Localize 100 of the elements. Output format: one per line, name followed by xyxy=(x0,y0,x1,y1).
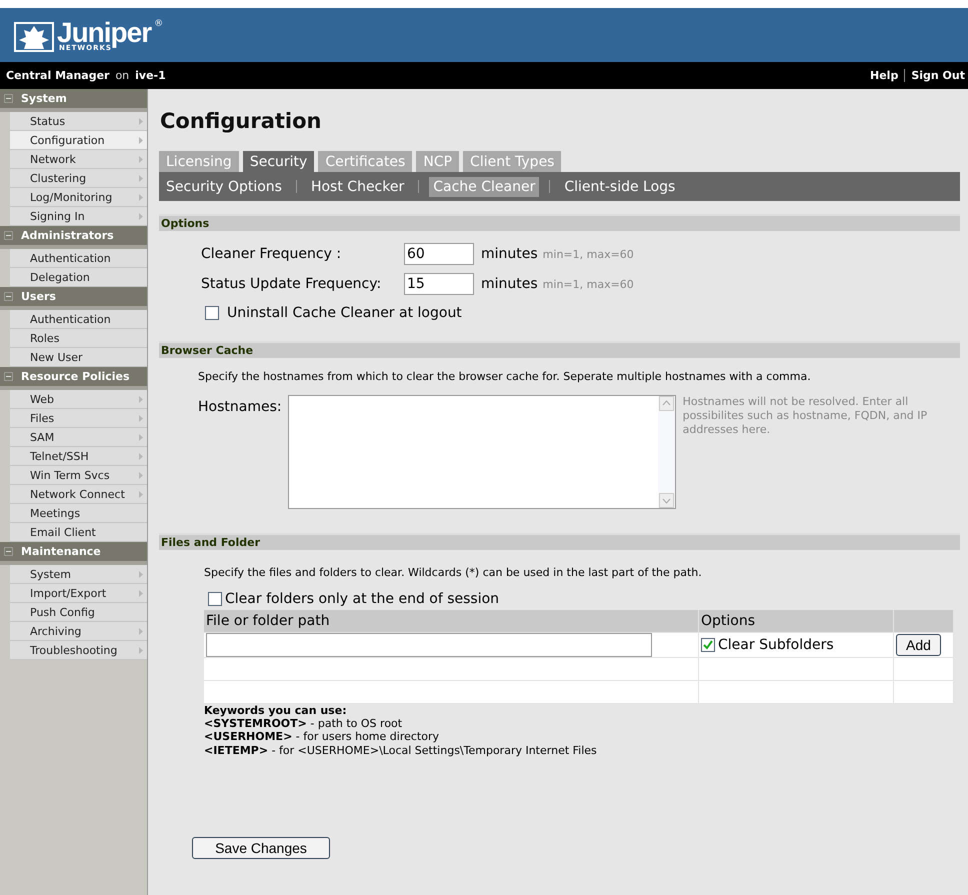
keyword-line: <IETEMP> - for <USERHOME>\Local Settings\Temporary Internet Files xyxy=(204,744,598,757)
table-cell xyxy=(894,680,954,704)
sidebar-section[interactable]: Maintenance xyxy=(0,542,147,565)
section-header: Files and Folder xyxy=(159,533,960,550)
collapse-icon xyxy=(4,547,13,556)
sidebar-section[interactable]: Administrators xyxy=(0,226,147,249)
keyword-line: <USERHOME> - for users home directory xyxy=(204,730,440,744)
checkbox[interactable] xyxy=(701,638,715,652)
sidebar-item[interactable]: Delegation xyxy=(10,268,147,287)
submenu-arrow-icon xyxy=(139,136,143,144)
keyword-line: <SYSTEMROOT> - path to OS root xyxy=(204,717,404,730)
save-button[interactable]: Save Changes xyxy=(192,836,330,859)
collapse-icon xyxy=(4,292,13,301)
host-name: ive-1 xyxy=(135,69,166,82)
field-label: Cleaner Frequency : xyxy=(201,246,342,262)
section-title: Resource Policies xyxy=(21,370,130,383)
sidebar-item[interactable]: Status xyxy=(10,112,147,131)
scroll-up-icon[interactable] xyxy=(658,396,674,411)
submenu-arrow-icon xyxy=(139,396,143,402)
tab[interactable]: Security xyxy=(242,151,314,172)
field-label: Status Update Frequency: xyxy=(201,276,382,292)
sidebar-section[interactable]: Resource Policies xyxy=(0,367,147,390)
section-title: Maintenance xyxy=(21,545,101,558)
submenu-arrow-icon xyxy=(139,590,143,596)
checkbox-label: Clear folders only at the end of session xyxy=(225,591,500,607)
unit-label: minutes xyxy=(481,276,538,292)
section-title: Administrators xyxy=(21,229,114,242)
sidebar-section[interactable]: System xyxy=(0,89,147,112)
subtab[interactable]: Security Options xyxy=(162,176,286,196)
sidebar-item[interactable]: Network Connect xyxy=(10,485,147,504)
submenu-arrow-icon xyxy=(139,212,143,220)
sidebar-item[interactable]: Configuration xyxy=(10,131,147,150)
sidebar-item[interactable]: Telnet/SSH xyxy=(10,447,147,466)
sidebar-item[interactable]: Troubleshooting xyxy=(10,641,147,660)
sidebar-item[interactable]: New User xyxy=(10,348,147,367)
unit-label: minutes xyxy=(481,246,538,262)
product-name: Central Manager xyxy=(6,69,110,82)
subtab[interactable]: Client-side Logs xyxy=(560,176,680,196)
sidebar-section[interactable]: Users xyxy=(0,287,147,310)
submenu-arrow-icon xyxy=(139,628,143,634)
submenu-arrow-icon xyxy=(139,490,143,498)
on-label: on xyxy=(115,69,130,82)
sidebar-item[interactable]: System xyxy=(10,565,147,584)
collapse-icon xyxy=(4,231,13,240)
tree-logo-icon xyxy=(14,22,54,52)
top-link[interactable]: Help xyxy=(870,69,898,82)
submenu-arrow-icon xyxy=(139,194,143,200)
registered-mark: ® xyxy=(154,18,164,28)
description: Specify the files and folders to clear. Wildcards (*) can be used in the last part of the path. xyxy=(204,566,703,579)
section-title: Users xyxy=(21,290,56,303)
column-header: Options xyxy=(698,610,894,632)
sidebar-item[interactable]: Files xyxy=(10,409,147,428)
submenu-arrow-icon xyxy=(139,156,143,162)
checkbox-label: Clear Subfolders xyxy=(718,637,834,653)
submenu-arrow-icon xyxy=(139,472,143,478)
scrollbar[interactable] xyxy=(658,396,675,508)
checkbox-label: Uninstall Cache Cleaner at logout xyxy=(227,305,462,321)
description: Specify the hostnames from which to clear the browser cache for. Seperate multiple hostnames with a comma. xyxy=(198,370,812,383)
checkbox[interactable] xyxy=(205,306,219,320)
sidebar-item[interactable]: Signing In xyxy=(10,207,147,226)
help-text: Hostnames will not be resolved. Enter all possibilites such as hostname, FQDN, and IP addresses here. xyxy=(682,395,928,436)
input-field[interactable]: 60 xyxy=(404,243,474,265)
sidebar-item[interactable]: Authentication xyxy=(10,310,147,329)
submenu-arrow-icon xyxy=(139,646,143,654)
keywords-title: Keywords you can use: xyxy=(204,704,348,718)
range-hint: min=1, max=60 xyxy=(542,248,634,260)
collapse-icon xyxy=(4,372,13,381)
subtab[interactable]: Host Checker xyxy=(306,176,408,196)
submenu-arrow-icon xyxy=(139,434,143,440)
logo-text: Juniper xyxy=(57,18,152,46)
submenu-arrow-icon xyxy=(139,174,143,182)
sidebar-item[interactable]: Web xyxy=(10,390,147,409)
sidebar-item[interactable]: Email Client xyxy=(10,523,147,542)
top-link[interactable]: Sign Out xyxy=(904,69,965,82)
checkbox[interactable] xyxy=(208,592,222,606)
section-title: System xyxy=(21,92,67,105)
sidebar-item[interactable]: Log/Monitoring xyxy=(10,188,147,207)
sidebar-item[interactable]: Import/Export xyxy=(10,584,147,603)
page-title: Configuration xyxy=(160,109,322,133)
section-header: Options xyxy=(159,214,960,231)
collapse-icon xyxy=(4,94,13,103)
sidebar-item[interactable]: SAM xyxy=(10,428,147,447)
submenu-arrow-icon xyxy=(139,118,143,124)
submenu-arrow-icon xyxy=(139,452,143,460)
sidebar-item[interactable]: Push Config xyxy=(10,603,147,622)
submenu-arrow-icon xyxy=(139,570,143,578)
sidebar-item[interactable]: Roles xyxy=(10,329,147,348)
sidebar-item[interactable]: Meetings xyxy=(10,504,147,523)
sidebar-item[interactable]: Win Term Svcs xyxy=(10,466,147,485)
sidebar-item[interactable]: Authentication xyxy=(10,249,147,268)
sidebar-item[interactable]: Clustering xyxy=(10,169,147,188)
submenu-arrow-icon xyxy=(139,414,143,422)
input-field[interactable]: 15 xyxy=(404,273,474,295)
column-header: File or folder path xyxy=(204,610,698,632)
field-label: Hostnames: xyxy=(198,399,282,415)
sidebar-item[interactable]: Archiving xyxy=(10,622,147,641)
scroll-down-icon[interactable] xyxy=(658,493,674,508)
add-button[interactable]: Add xyxy=(896,634,941,656)
sidebar-item[interactable]: Network xyxy=(10,150,147,169)
hostnames-textarea[interactable] xyxy=(288,395,676,509)
